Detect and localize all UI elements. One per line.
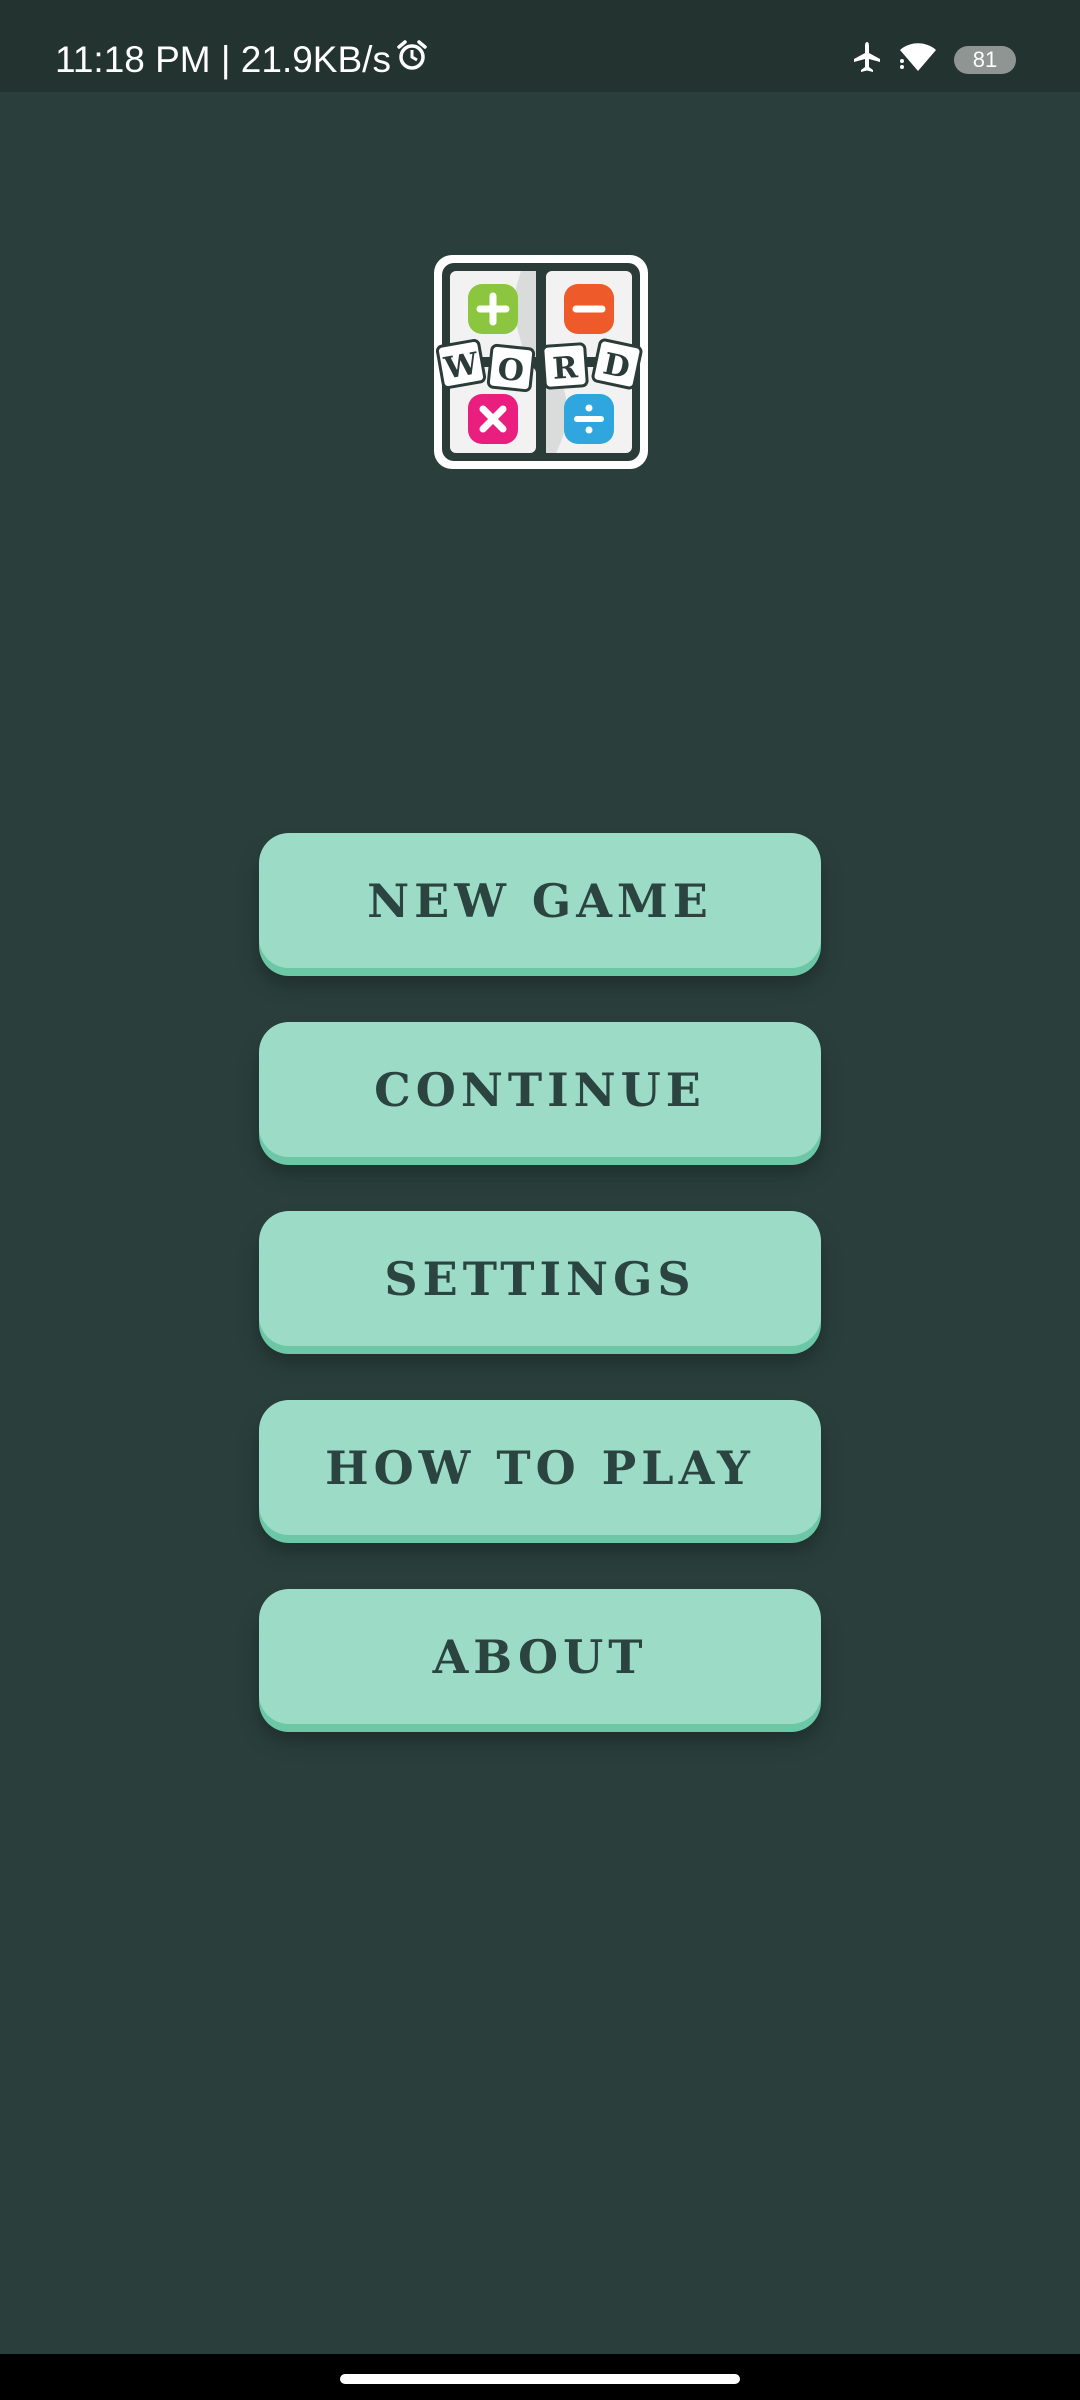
how-to-play-label: HOW TO PLAY xyxy=(325,1440,755,1495)
about-button[interactable]: ABOUT xyxy=(259,1589,821,1724)
settings-label: SETTINGS xyxy=(384,1251,696,1306)
new-game-label: NEW GAME xyxy=(367,873,713,928)
logo-letter-o: O xyxy=(496,352,526,390)
logo-letter-r: R xyxy=(552,350,580,387)
status-time-text: 11:18 PM | 21.9KB/s xyxy=(55,39,391,80)
status-left: 11:18 PM | 21.9KB/s xyxy=(55,38,429,82)
continue-label: CONTINUE xyxy=(374,1062,706,1117)
main-menu: NEW GAME CONTINUE SETTINGS HOW TO PLAY A… xyxy=(259,833,821,1778)
status-right: 81 xyxy=(852,40,1016,79)
times-tile xyxy=(468,394,518,444)
how-to-play-button[interactable]: HOW TO PLAY xyxy=(259,1400,821,1535)
home-indicator[interactable] xyxy=(340,2374,740,2384)
plus-tile xyxy=(468,284,518,334)
divide-tile xyxy=(564,394,614,444)
minus-tile xyxy=(564,284,614,334)
navigation-bar xyxy=(0,2354,1080,2400)
airplane-icon xyxy=(852,40,882,79)
settings-button[interactable]: SETTINGS xyxy=(259,1211,821,1346)
continue-button[interactable]: CONTINUE xyxy=(259,1022,821,1157)
word-math-logo: W O R D xyxy=(431,252,651,472)
new-game-button[interactable]: NEW GAME xyxy=(259,833,821,968)
about-label: ABOUT xyxy=(432,1629,648,1684)
status-bar: 11:18 PM | 21.9KB/s 81 xyxy=(0,0,1080,92)
wifi-icon xyxy=(898,41,938,78)
battery-indicator: 81 xyxy=(954,45,1016,74)
alarm-icon xyxy=(395,38,429,82)
